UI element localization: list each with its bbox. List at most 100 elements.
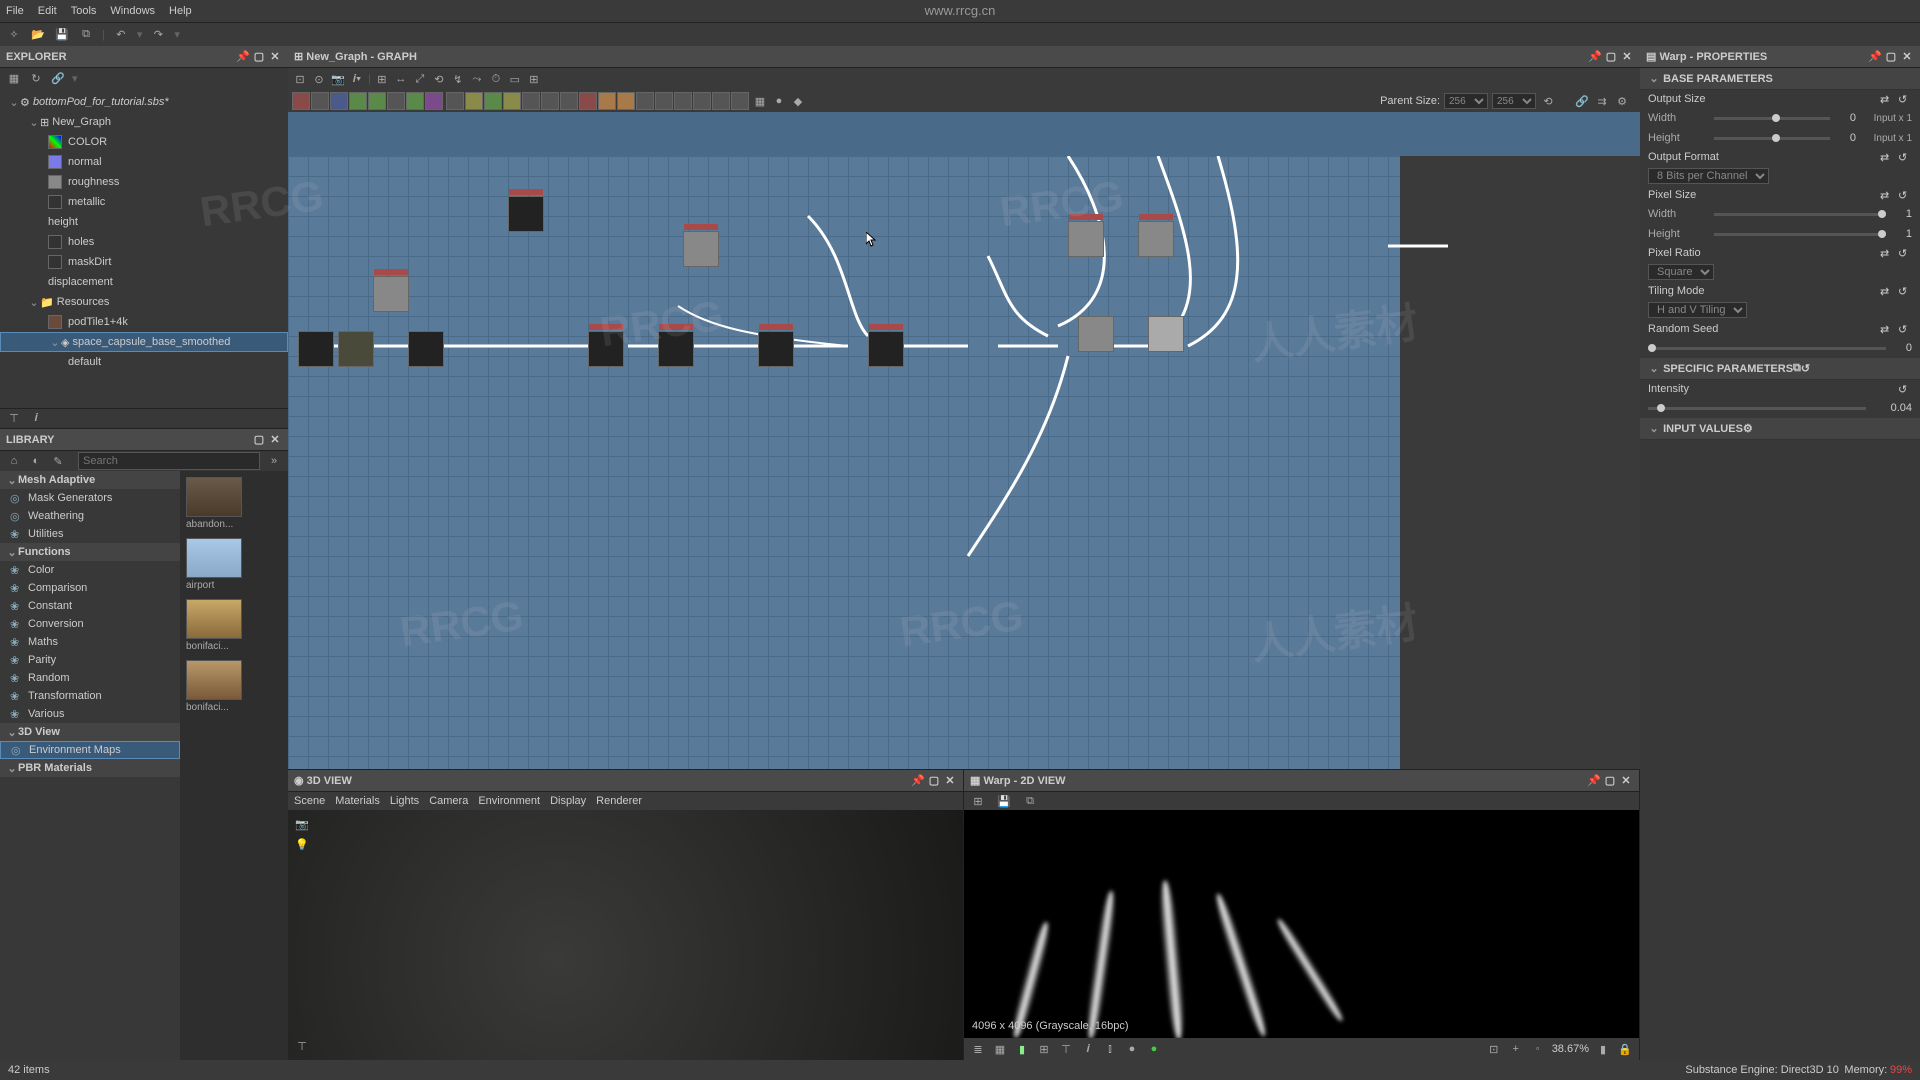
ruler-icon[interactable]: ⊤	[1058, 1041, 1074, 1057]
libcat-pbr[interactable]: ⌄PBR Materials	[0, 759, 180, 777]
fit-icon[interactable]: ⊡	[1486, 1041, 1502, 1057]
1to1-icon[interactable]: ◦	[1530, 1041, 1546, 1057]
spread-icon[interactable]: ⤢	[412, 71, 428, 87]
node-icon-22[interactable]	[693, 92, 711, 110]
tree-output-roughness[interactable]: roughness	[0, 172, 288, 192]
node-icon-10[interactable]	[465, 92, 483, 110]
tree-output-height[interactable]: height	[0, 212, 288, 232]
output-format-select[interactable]: 8 Bits per Channel	[1648, 168, 1769, 184]
libcat-random[interactable]: ❀Random	[0, 669, 180, 687]
reset-icon[interactable]: ↺	[1898, 247, 1912, 260]
node-icon-2[interactable]	[311, 92, 329, 110]
libcat-utilities[interactable]: ❀Utilities	[0, 525, 180, 543]
libcat-functions[interactable]: ⌄Functions	[0, 543, 180, 561]
new-pkg-icon[interactable]: ▦	[6, 70, 22, 86]
inherit-icon[interactable]: ⇄	[1880, 323, 1894, 336]
thumb-bonifaci1[interactable]: bonifaci...	[186, 599, 242, 652]
node-icon-3[interactable]	[330, 92, 348, 110]
graph-node[interactable]	[588, 331, 624, 367]
menu-windows[interactable]: Windows	[110, 5, 155, 17]
graph-node[interactable]	[508, 196, 544, 232]
camera-toggle-icon[interactable]: 📷	[294, 816, 310, 832]
library-search-input[interactable]	[78, 452, 260, 470]
node-icon-24[interactable]	[731, 92, 749, 110]
section-input-values[interactable]: ⌄ INPUT VALUES⚙	[1640, 418, 1920, 440]
node-icon-13[interactable]	[522, 92, 540, 110]
info2d-icon[interactable]: 𝒊	[1080, 1041, 1096, 1057]
libcat-3dview[interactable]: ⌄3D View	[0, 723, 180, 741]
redo-icon[interactable]: ↷	[150, 27, 166, 43]
open-icon[interactable]: 📂	[30, 27, 46, 43]
info-icon[interactable]: 𝒊	[28, 411, 44, 427]
zoom-lock-icon[interactable]: ▮	[1595, 1041, 1611, 1057]
tree-output-maskdirt[interactable]: maskDirt	[0, 252, 288, 272]
v3d-display[interactable]: Display	[550, 795, 586, 807]
v2d-max-icon[interactable]: ▢	[1603, 774, 1617, 787]
v3d-lights[interactable]: Lights	[390, 795, 419, 807]
reset-icon[interactable]: ↺	[1801, 362, 1810, 375]
link-icon[interactable]: 🔗	[50, 70, 66, 86]
section-base-params[interactable]: ⌄ BASE PARAMETERS	[1640, 68, 1920, 90]
link-tool-icon[interactable]: ⟲	[431, 71, 447, 87]
libcat-mask-generators[interactable]: ◎Mask Generators	[0, 489, 180, 507]
gear-icon[interactable]: ⚙	[1743, 422, 1753, 435]
tree-output-normal[interactable]: normal	[0, 152, 288, 172]
node-icon-20[interactable]	[655, 92, 673, 110]
tree-res-capsule[interactable]: ⌄◈ space_capsule_base_smoothed	[0, 332, 288, 352]
inherit-icon[interactable]: ⇄	[1880, 247, 1894, 260]
intensity-slider[interactable]	[1648, 407, 1866, 410]
inherit-icon[interactable]: ⇄	[1880, 151, 1894, 164]
search-expand-icon[interactable]: »	[266, 453, 282, 469]
reset-size-icon[interactable]: ⟲	[1540, 93, 1556, 109]
section-specific-params[interactable]: ⌄ SPECIFIC PARAMETERS⧉↺	[1640, 358, 1920, 380]
libcat-envmaps[interactable]: ◎Environment Maps	[0, 741, 180, 759]
inherit-icon[interactable]: ⇄	[1880, 93, 1894, 106]
reset-icon[interactable]: ↺	[1898, 93, 1912, 106]
reset-icon[interactable]: ↺	[1898, 383, 1912, 396]
save2d-icon[interactable]: 💾	[996, 793, 1012, 809]
graph-canvas[interactable]	[288, 112, 1640, 770]
parent-width-select[interactable]: 256	[1444, 93, 1488, 109]
graph-node[interactable]	[298, 331, 334, 367]
node-icon-11[interactable]	[484, 92, 502, 110]
link-params-icon[interactable]: 🔗	[1574, 93, 1590, 109]
menu-file[interactable]: File	[6, 5, 24, 17]
tree-output-metallic[interactable]: metallic	[0, 192, 288, 212]
libcat-constant[interactable]: ❀Constant	[0, 597, 180, 615]
reset-icon[interactable]: ↺	[1898, 151, 1912, 164]
tree-resources[interactable]: ⌄📁 Resources	[0, 292, 288, 312]
v2d-close-icon[interactable]: ✕	[1619, 774, 1633, 787]
graph-node[interactable]	[1148, 316, 1184, 352]
zoom-fit-icon[interactable]: ⊙	[311, 71, 327, 87]
node-icon-23[interactable]	[712, 92, 730, 110]
libcat-comparison[interactable]: ❀Comparison	[0, 579, 180, 597]
info-icon[interactable]: 𝒊▾	[349, 71, 365, 87]
timing-icon[interactable]: ⏱	[488, 71, 504, 87]
props-max-icon[interactable]: ▢	[1884, 50, 1898, 63]
node-icon-14[interactable]	[541, 92, 559, 110]
v2d-pin-icon[interactable]: 📌	[1587, 774, 1601, 787]
channel-icon[interactable]: ▮	[1014, 1041, 1030, 1057]
save-all-icon[interactable]: ⧉	[78, 27, 94, 43]
tree-package[interactable]: ⌄⚙ bottomPod_for_tutorial.sbs*	[0, 92, 288, 112]
view3d-viewport[interactable]: 📷 💡 ⊤	[288, 810, 963, 1060]
graph-close-icon[interactable]: ✕	[1620, 50, 1634, 63]
v3d-materials[interactable]: Materials	[335, 795, 380, 807]
graph-node[interactable]	[1138, 221, 1174, 257]
node-icon-19[interactable]	[636, 92, 654, 110]
node-icon-16[interactable]	[579, 92, 597, 110]
v3d-pin-icon[interactable]: 📌	[911, 774, 925, 787]
physical-icon[interactable]: ●	[1124, 1041, 1140, 1057]
v3d-scene[interactable]: Scene	[294, 795, 325, 807]
libcat-transformation[interactable]: ❀Transformation	[0, 687, 180, 705]
node-icon-4[interactable]	[349, 92, 367, 110]
newview-icon[interactable]: ⊞	[970, 793, 986, 809]
new-icon[interactable]: ✧	[6, 27, 22, 43]
graph-node-selected[interactable]	[758, 331, 794, 367]
pixel-ratio-select[interactable]: Square	[1648, 264, 1714, 280]
lock-icon[interactable]: 🔒	[1617, 1041, 1633, 1057]
lib-close-icon[interactable]: ✕	[268, 433, 282, 446]
view2d-viewport[interactable]: 4096 x 4096 (Grayscale, 16bpc) ≣ ▦ ▮ ⊞ ⊤…	[964, 810, 1639, 1060]
graph-node[interactable]	[868, 331, 904, 367]
thumb-bonifaci2[interactable]: bonifaci...	[186, 660, 242, 713]
